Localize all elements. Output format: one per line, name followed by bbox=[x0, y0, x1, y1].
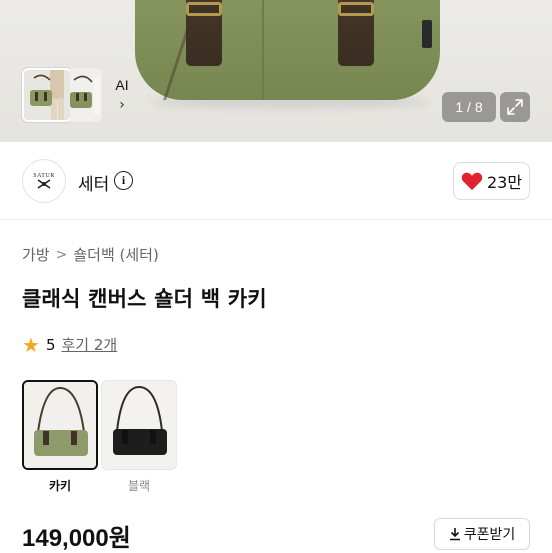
coupon-label: 쿠폰받기 bbox=[463, 527, 516, 543]
expand-icon bbox=[507, 99, 523, 115]
product-title: 클래식 캔버스 숄더 백 카키 bbox=[22, 287, 267, 311]
thumbnail-1[interactable] bbox=[22, 68, 72, 122]
option-black[interactable] bbox=[101, 380, 177, 470]
price: 149,000원 bbox=[22, 525, 131, 552]
thumbnail-bag-image bbox=[70, 68, 102, 122]
bag-tag bbox=[422, 20, 432, 48]
rating-value: 5 bbox=[45, 335, 56, 354]
thumbnail-model-image bbox=[24, 70, 70, 120]
star-icon: ★ bbox=[22, 332, 40, 357]
option-black-label: 블랙 bbox=[127, 479, 151, 493]
download-icon bbox=[449, 528, 460, 541]
like-button[interactable]: 23만 bbox=[453, 162, 530, 200]
breadcrumb-item-bag[interactable]: 가방 bbox=[22, 244, 50, 265]
option-khaki-label: 카키 bbox=[48, 479, 72, 493]
info-icon[interactable]: i bbox=[114, 171, 133, 190]
shop-logo-icon bbox=[37, 179, 51, 189]
breadcrumb-separator: > bbox=[55, 246, 68, 263]
product-image-gallery[interactable]: AI › 1 / 8 bbox=[0, 0, 552, 142]
option-khaki-image bbox=[24, 382, 96, 468]
shop-row: SATUR 세터 i 23만 bbox=[0, 142, 552, 220]
thumbnail-2[interactable] bbox=[70, 68, 102, 122]
image-counter: 1 / 8 bbox=[442, 92, 496, 122]
option-black-image bbox=[102, 381, 176, 469]
bag-buckle-left bbox=[186, 2, 222, 16]
coupon-button[interactable]: 쿠폰받기 bbox=[434, 518, 530, 550]
ai-label: AI bbox=[115, 77, 129, 93]
reviews-link[interactable]: 후기 2개 bbox=[61, 334, 117, 355]
shop-name[interactable]: 세터 bbox=[78, 170, 109, 195]
expand-button[interactable] bbox=[500, 92, 530, 122]
like-count: 23만 bbox=[486, 173, 523, 192]
thumbnail-strip: AI › bbox=[22, 68, 136, 122]
ai-search-button[interactable]: AI › bbox=[108, 68, 136, 122]
shop-avatar[interactable]: SATUR bbox=[22, 159, 66, 203]
rating-row: ★ 5 후기 2개 bbox=[22, 334, 117, 355]
chevron-right-icon: › bbox=[119, 97, 125, 113]
bag-seam bbox=[262, 0, 264, 100]
bag-buckle-right bbox=[338, 2, 374, 16]
breadcrumb: 가방 > 숄더백 (세터) bbox=[22, 244, 159, 265]
heart-icon bbox=[461, 172, 483, 191]
option-khaki[interactable] bbox=[22, 380, 98, 470]
breadcrumb-item-shoulder-bag[interactable]: 숄더백 (세터) bbox=[73, 244, 158, 265]
